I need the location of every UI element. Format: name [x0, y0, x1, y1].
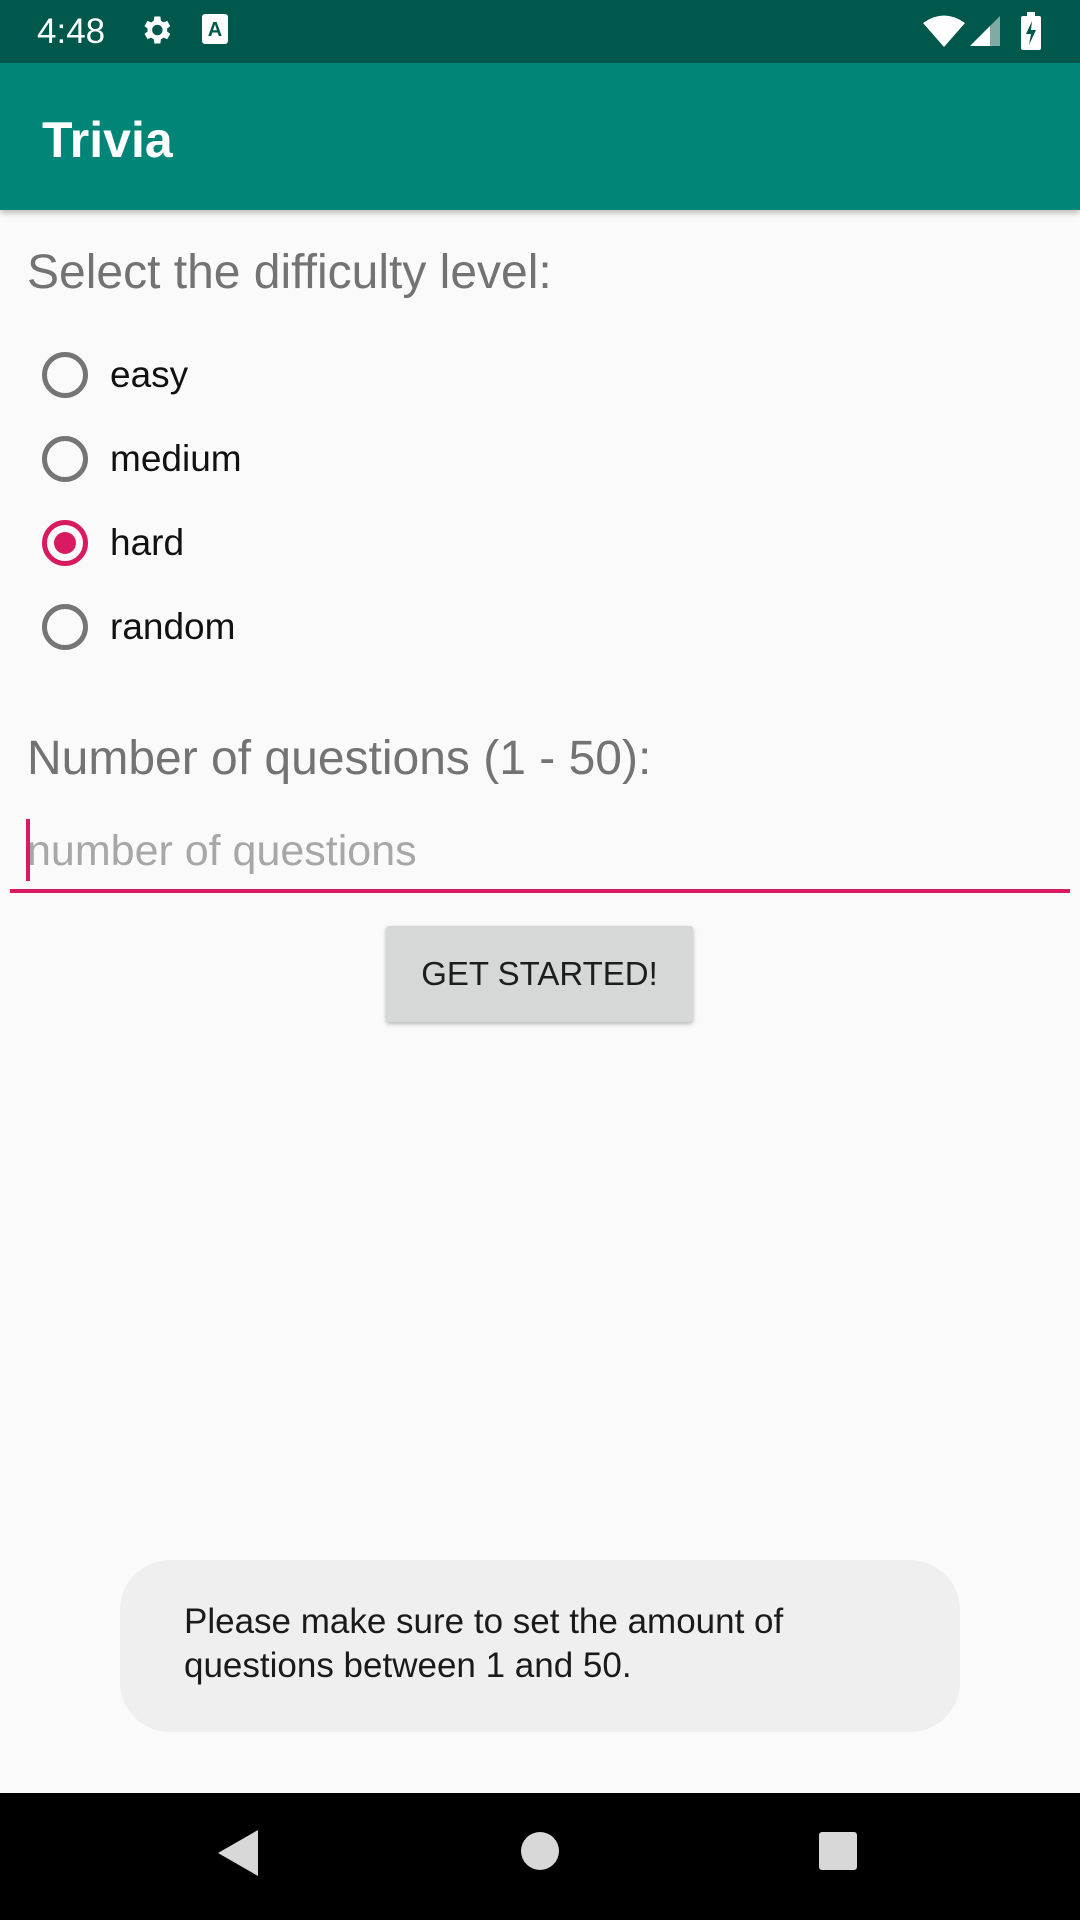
radio-medium[interactable]: medium [30, 417, 430, 501]
difficulty-label: Select the difficulty level: [27, 246, 552, 299]
status-time: 4:48 [37, 12, 106, 51]
battery-charging-icon [1020, 12, 1042, 55]
toast-message: Please make sure to set the amount of qu… [120, 1560, 960, 1732]
radio-button-checked-icon[interactable] [42, 520, 88, 566]
home-icon[interactable] [520, 1831, 560, 1876]
questions-input-placeholder: number of questions [27, 827, 417, 875]
radio-random[interactable]: random [30, 585, 430, 669]
radio-label-easy: easy [110, 354, 189, 395]
radio-easy[interactable]: easy [30, 333, 430, 417]
recents-icon[interactable] [818, 1831, 858, 1876]
get-started-button[interactable]: GET STARTED! [386, 926, 693, 1022]
toast-text: Please make sure to set the amount of qu… [184, 1602, 784, 1685]
radio-label-medium: medium [110, 438, 242, 479]
a-badge-icon: A [200, 12, 230, 51]
radio-button-icon[interactable] [42, 436, 88, 482]
radio-button-icon[interactable] [42, 352, 88, 398]
svg-text:A: A [208, 19, 222, 41]
signal-icon [968, 14, 1002, 53]
app-title: Trivia [42, 112, 173, 168]
radio-label-hard: hard [110, 522, 185, 563]
radio-label-random: random [110, 606, 236, 647]
radio-hard[interactable]: hard [30, 501, 430, 585]
gear-icon [138, 12, 174, 53]
questions-input[interactable]: number of questions [10, 805, 1070, 893]
back-icon[interactable] [216, 1828, 260, 1883]
radio-button-icon[interactable] [42, 604, 88, 650]
status-bar: 4:48 A [0, 0, 1080, 63]
wifi-icon [922, 14, 966, 53]
app-bar: Trivia [0, 63, 1080, 210]
questions-label: Number of questions (1 - 50): [27, 732, 652, 785]
navigation-bar [0, 1793, 1080, 1920]
